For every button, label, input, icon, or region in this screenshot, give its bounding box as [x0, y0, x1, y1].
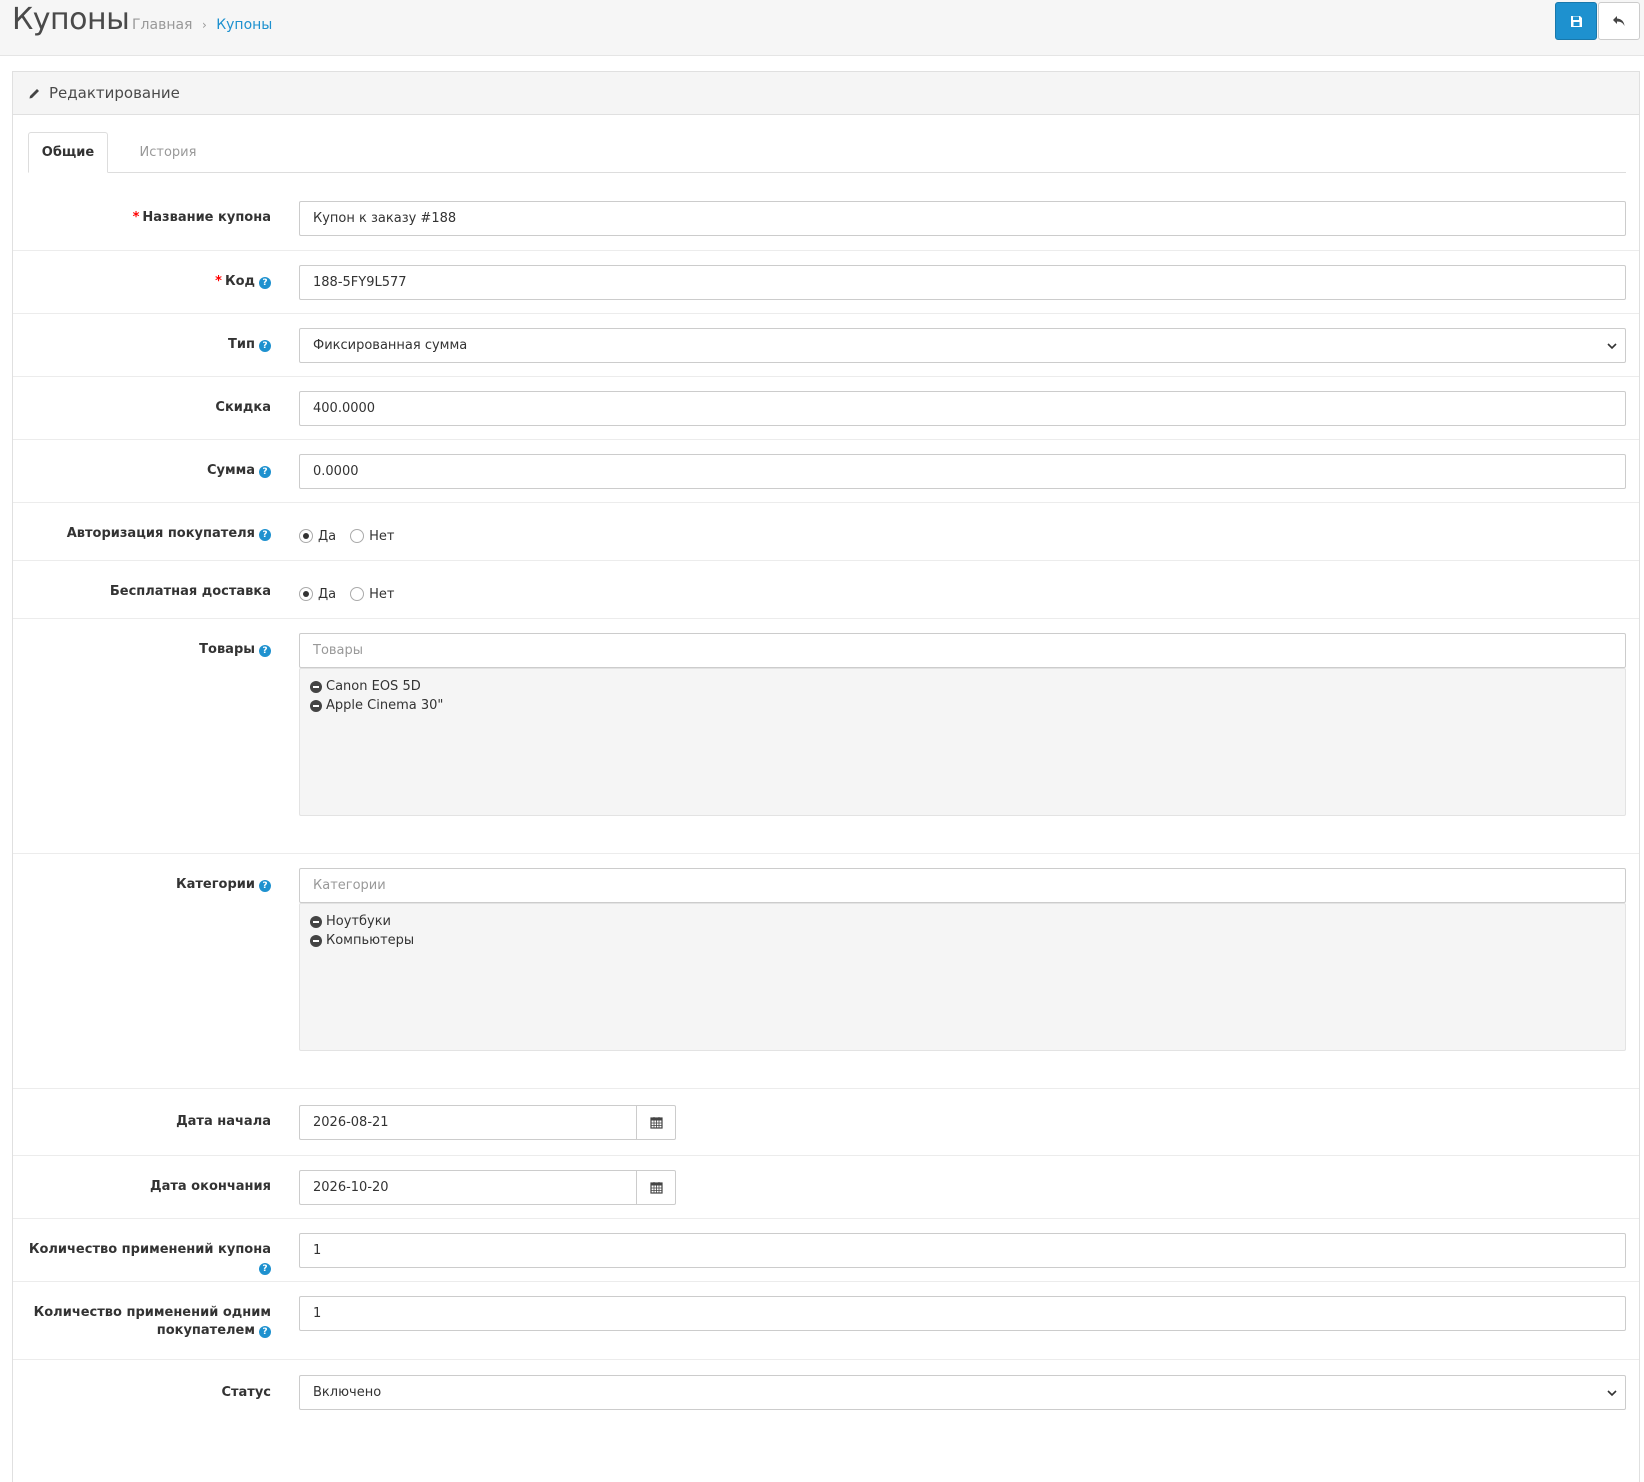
- reply-icon: [1613, 16, 1625, 26]
- discount-input[interactable]: 400.0000: [299, 391, 1626, 426]
- question-circle-icon: ?: [259, 645, 271, 657]
- breadcrumb-current[interactable]: Купоны: [216, 17, 272, 33]
- date-start-label: Дата начала: [176, 1114, 271, 1129]
- date-start-calendar-button[interactable]: [636, 1105, 676, 1140]
- date-end-label: Дата окончания: [150, 1179, 271, 1194]
- date-end-input[interactable]: 2026-10-20: [299, 1170, 636, 1205]
- row-logged: Авторизация покупателя? Да Нет: [13, 502, 1639, 560]
- list-item: Canon EOS 5D: [310, 677, 1615, 696]
- date-start-input[interactable]: 2026-08-21: [299, 1105, 636, 1140]
- row-discount: Скидка 400.0000: [13, 376, 1639, 439]
- shipping-yes-radio[interactable]: [299, 587, 313, 601]
- status-label: Статус: [221, 1385, 271, 1400]
- logged-yes-label: Да: [318, 528, 337, 544]
- breadcrumb: Главная › Купоны: [132, 17, 272, 33]
- row-total: Сумма? 0.0000: [13, 439, 1639, 502]
- minus-circle-icon[interactable]: [310, 934, 322, 947]
- row-date-end: Дата окончания 2026-10-20: [13, 1155, 1639, 1218]
- calendar-icon: [649, 1117, 663, 1129]
- question-circle-icon: ?: [259, 1263, 271, 1275]
- shipping-yes-label: Да: [318, 586, 337, 602]
- row-date-start: Дата начала 2026-08-21: [13, 1088, 1639, 1155]
- row-uses-total: Количество применений купона? 1: [13, 1218, 1639, 1281]
- type-label: Тип?: [13, 336, 271, 354]
- row-status: Статус Включено: [13, 1359, 1639, 1426]
- row-code: * Код? 188-5FY9L577: [13, 250, 1639, 313]
- back-button[interactable]: [1598, 2, 1640, 40]
- code-label: * Код?: [13, 273, 271, 291]
- uses-total-input[interactable]: 1: [299, 1233, 1626, 1268]
- type-select[interactable]: Фиксированная сумма: [299, 328, 1626, 363]
- question-circle-icon: ?: [259, 277, 271, 289]
- shipping-no-radio[interactable]: [350, 587, 365, 601]
- list-item: Ноутбуки: [310, 912, 1615, 931]
- save-icon: [1570, 15, 1582, 27]
- row-uses-customer: Количество применений одним покупателем?…: [13, 1281, 1639, 1359]
- list-item: Компьютеры: [310, 931, 1615, 950]
- categories-list: Ноутбуки Компьютеры: [299, 903, 1626, 1051]
- row-type: Тип? Фиксированная сумма: [13, 313, 1639, 376]
- tabs: Общие История: [13, 115, 1639, 173]
- minus-circle-icon[interactable]: [310, 680, 322, 693]
- type-select-value: Фиксированная сумма: [313, 338, 468, 353]
- uses-total-label: Количество применений купона?: [28, 1242, 271, 1275]
- panel-title: Редактирование: [49, 84, 180, 102]
- logged-label: Авторизация покупателя?: [13, 525, 271, 543]
- page-title: Купоны: [12, 2, 130, 37]
- logged-no-radio[interactable]: [350, 529, 365, 543]
- question-circle-icon: ?: [259, 529, 271, 541]
- tab-history[interactable]: История: [123, 132, 213, 173]
- products-list: Canon EOS 5D Apple Cinema 30": [299, 668, 1626, 816]
- categories-input[interactable]: Категории: [299, 868, 1626, 903]
- question-circle-icon: ?: [259, 880, 271, 892]
- logged-yes-radio[interactable]: [299, 529, 313, 543]
- uses-customer-label: Количество применений одним покупателем?: [33, 1305, 271, 1338]
- products-input[interactable]: Товары: [299, 633, 1626, 668]
- breadcrumb-separator: ›: [201, 18, 207, 32]
- pencil-icon: [29, 88, 39, 98]
- row-coupon-name: * Название купона Купон к заказу #188: [13, 201, 1639, 250]
- row-categories: Категории? Категории Ноутбуки Компьютеры: [13, 853, 1639, 1088]
- shipping-radio-group: Да Нет: [299, 584, 408, 604]
- page-header: Купоны Главная › Купоны: [0, 0, 1644, 56]
- minus-circle-icon[interactable]: [310, 699, 322, 712]
- question-circle-icon: ?: [259, 340, 271, 352]
- discount-label: Скидка: [215, 400, 271, 415]
- code-input[interactable]: 188-5FY9L577: [299, 265, 1626, 300]
- calendar-icon: [649, 1182, 663, 1194]
- row-products: Товары? Товары Canon EOS 5D Apple Cinema…: [13, 618, 1639, 853]
- question-circle-icon: ?: [259, 466, 271, 478]
- total-label: Сумма?: [13, 462, 271, 480]
- row-shipping: Бесплатная доставка Да Нет: [13, 560, 1639, 618]
- tabs-border: [28, 172, 1626, 173]
- uses-customer-input[interactable]: 1: [299, 1296, 1626, 1331]
- logged-radio-group: Да Нет: [299, 526, 408, 546]
- shipping-label: Бесплатная доставка: [109, 584, 271, 599]
- products-label: Товары?: [13, 641, 271, 659]
- breadcrumb-home[interactable]: Главная: [132, 17, 192, 33]
- save-button[interactable]: [1555, 2, 1597, 40]
- chevron-down-icon: [1607, 1390, 1617, 1397]
- total-input[interactable]: 0.0000: [299, 454, 1626, 489]
- coupon-name-label: * Название купона: [132, 210, 271, 225]
- minus-circle-icon[interactable]: [310, 915, 322, 928]
- coupon-name-input[interactable]: Купон к заказу #188: [299, 201, 1626, 236]
- date-end-calendar-button[interactable]: [636, 1170, 676, 1205]
- chevron-down-icon: [1607, 343, 1617, 350]
- list-item: Apple Cinema 30": [310, 696, 1615, 715]
- panel-heading: Редактирование: [13, 72, 1639, 115]
- status-select[interactable]: Включено: [299, 1375, 1626, 1410]
- question-circle-icon: ?: [259, 1326, 271, 1338]
- edit-panel: Редактирование Общие История * Название к…: [12, 71, 1640, 1482]
- status-select-value: Включено: [313, 1385, 382, 1400]
- shipping-no-label: Нет: [369, 586, 395, 602]
- categories-label: Категории?: [13, 876, 271, 894]
- tab-general[interactable]: Общие: [28, 132, 108, 173]
- logged-no-label: Нет: [369, 528, 395, 544]
